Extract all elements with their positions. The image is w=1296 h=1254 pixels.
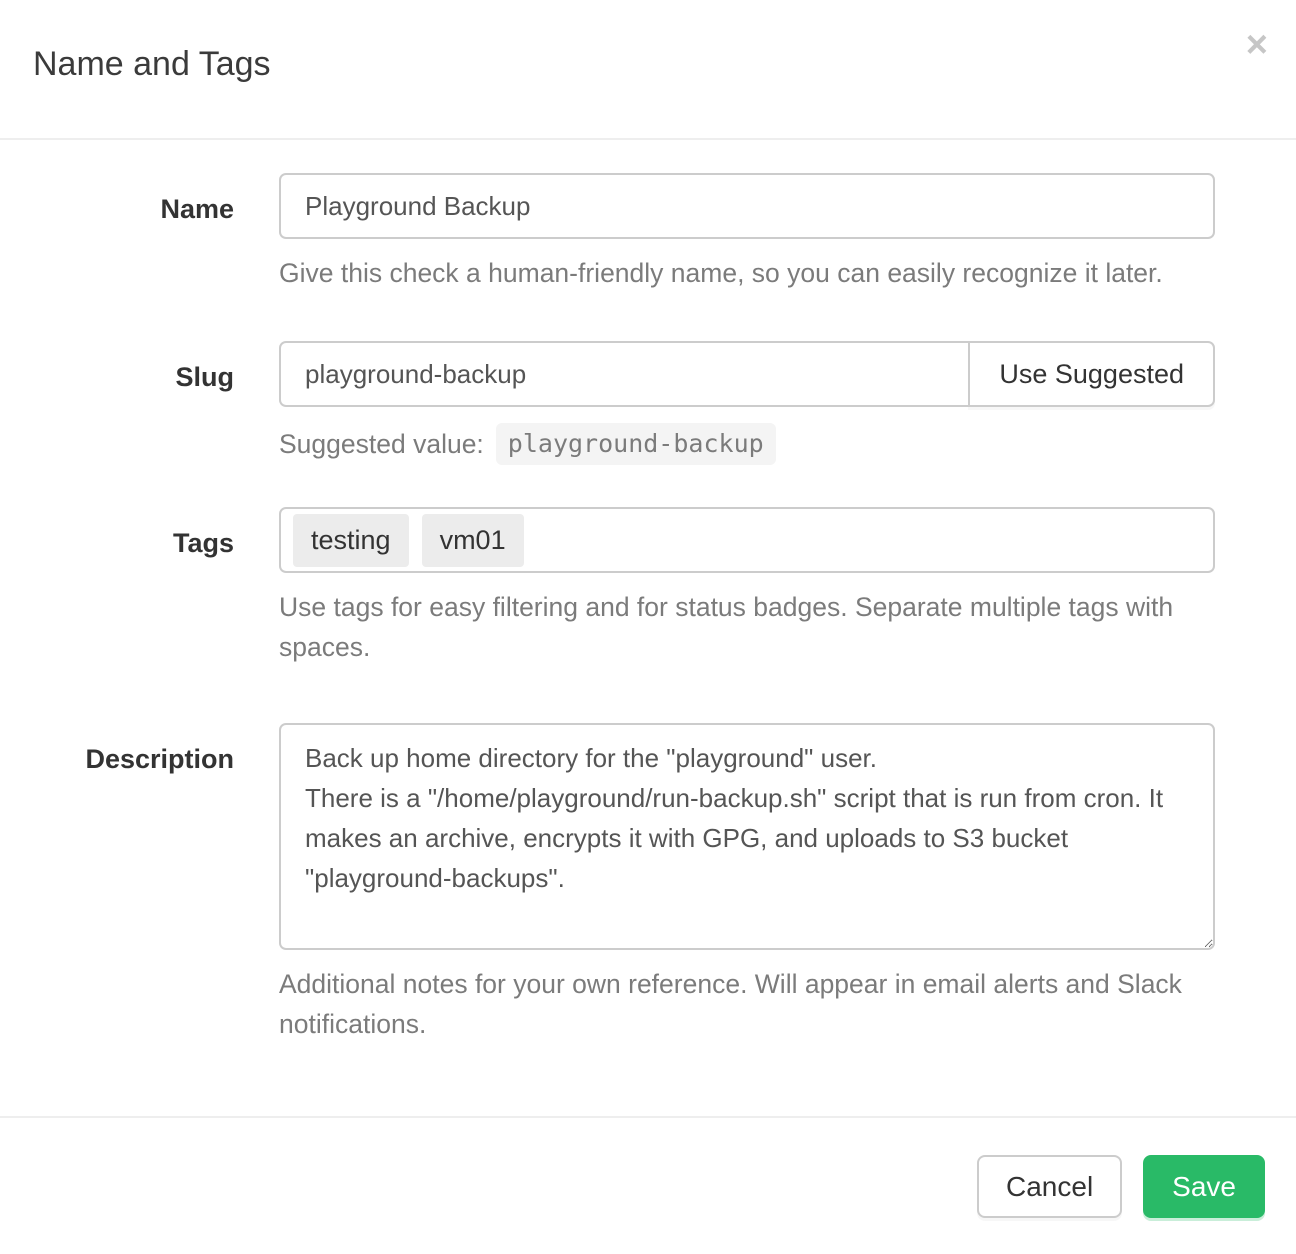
dialog-title: Name and Tags (33, 46, 1263, 83)
close-icon[interactable]: × (1246, 26, 1268, 64)
slug-input[interactable] (279, 341, 970, 407)
tags-help-text: Use tags for easy filtering and for stat… (279, 587, 1215, 667)
dialog-body: Name Give this check a human-friendly na… (0, 140, 1296, 1116)
name-and-tags-dialog: Name and Tags × Name Give this check a h… (0, 0, 1296, 1248)
description-help-text: Additional notes for your own reference.… (279, 964, 1215, 1044)
name-help-text: Give this check a human-friendly name, s… (279, 253, 1215, 293)
suggested-value-label: Suggested value: (279, 429, 484, 460)
name-label: Name (0, 173, 234, 225)
slug-label: Slug (0, 341, 234, 393)
tags-label: Tags (0, 507, 234, 559)
suggested-value-code: playground-backup (496, 423, 776, 465)
description-row: Description Back up home directory for t… (0, 723, 1215, 1044)
name-input[interactable] (279, 173, 1215, 239)
tag-pill[interactable]: testing (293, 514, 409, 567)
tag-pill[interactable]: vm01 (422, 514, 524, 567)
description-textarea[interactable]: Back up home directory for the "playgrou… (279, 723, 1215, 950)
cancel-button[interactable]: Cancel (977, 1155, 1122, 1218)
suggested-value-line: Suggested value: playground-backup (279, 423, 1215, 465)
slug-row: Slug Use Suggested Suggested value: play… (0, 341, 1215, 465)
slug-input-group: Use Suggested (279, 341, 1215, 407)
dialog-footer: Cancel Save (0, 1116, 1296, 1248)
name-row: Name Give this check a human-friendly na… (0, 173, 1215, 293)
description-label: Description (0, 723, 234, 775)
tags-row: Tags testing vm01 Use tags for easy filt… (0, 507, 1215, 667)
use-suggested-button[interactable]: Use Suggested (968, 341, 1215, 407)
dialog-header: Name and Tags × (0, 0, 1296, 140)
save-button[interactable]: Save (1143, 1155, 1265, 1218)
tags-input[interactable]: testing vm01 (279, 507, 1215, 573)
